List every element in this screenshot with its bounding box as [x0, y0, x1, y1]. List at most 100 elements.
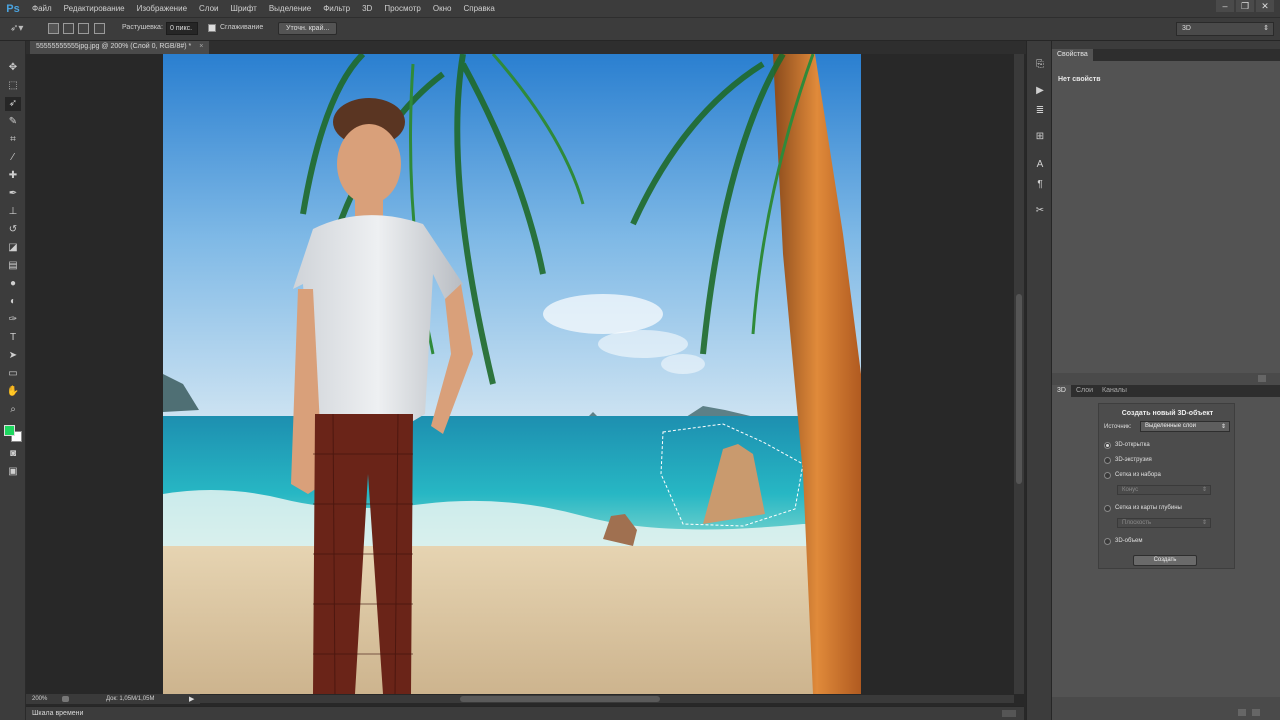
brush-tool-icon[interactable]: ✒	[5, 187, 21, 201]
paragraph-panel-icon[interactable]: ¶	[1033, 178, 1047, 192]
quick-select-tool-icon[interactable]: ✎	[5, 115, 21, 129]
depth-select[interactable]: Плоскость ⇕	[1117, 518, 1211, 528]
option-3d-volume[interactable]: 3D-объем	[1115, 538, 1142, 544]
shape-tool-icon[interactable]: ▭	[5, 367, 21, 381]
crop-tool-icon[interactable]: ⌗	[5, 133, 21, 147]
3d-panel: Создать новый 3D-объект Источник: Выделе…	[1052, 397, 1280, 697]
history-panel-icon[interactable]: ⎘	[1033, 58, 1047, 72]
document-tab-bar: 55555555555jpg.jpg @ 200% (Слой 0, RGB/8…	[26, 41, 1026, 54]
type-tool-icon[interactable]: T	[5, 331, 21, 345]
move-tool-icon[interactable]: ✥	[5, 61, 21, 75]
intersect-selection-icon[interactable]	[94, 23, 105, 34]
radio-3d-extrusion[interactable]	[1104, 457, 1111, 464]
workspace-value: 3D	[1182, 25, 1191, 32]
feather-label: Растушевка:	[122, 24, 163, 31]
preset-select[interactable]: Конус ⇕	[1117, 485, 1211, 495]
3d-tabbar: 3D Слои Каналы	[1052, 385, 1280, 397]
tool-presets-icon[interactable]: ✂	[1033, 204, 1047, 218]
option-3d-postcard[interactable]: 3D-открытка	[1115, 442, 1150, 448]
vertical-scrollbar[interactable]	[1014, 54, 1024, 694]
maximize-button[interactable]: ❐	[1236, 0, 1254, 12]
zoom-tool-icon[interactable]: ⌕	[5, 403, 21, 417]
radio-mesh-preset[interactable]	[1104, 472, 1111, 479]
eyedropper-tool-icon[interactable]: ⁄	[5, 151, 21, 165]
adjustments-panel-icon[interactable]: ≣	[1033, 104, 1047, 118]
menu-file[interactable]: Файл	[26, 0, 58, 17]
workspace-select[interactable]: 3D ⇕	[1176, 22, 1274, 36]
menu-layers[interactable]: Слои	[193, 0, 224, 17]
add-selection-icon[interactable]	[63, 23, 74, 34]
path-select-tool-icon[interactable]: ➤	[5, 349, 21, 363]
timeline-label[interactable]: Шкала времени	[32, 710, 83, 717]
horizontal-scroll-thumb[interactable]	[460, 696, 660, 702]
radio-depth-map[interactable]	[1104, 505, 1111, 512]
zoom-level[interactable]: 200%	[32, 696, 47, 702]
dodge-tool-icon[interactable]: ◐	[5, 295, 21, 309]
lasso-tool-icon[interactable]: ➶	[5, 97, 21, 111]
close-button[interactable]: ✕	[1256, 0, 1274, 12]
healing-tool-icon[interactable]: ✚	[5, 169, 21, 183]
create-3d-title: Создать новый 3D-объект	[1121, 410, 1214, 417]
tab-3d[interactable]: 3D	[1052, 385, 1071, 397]
screen-mode-icon[interactable]: ▣	[5, 465, 21, 479]
create-button[interactable]: Создать	[1133, 555, 1197, 566]
history-brush-icon[interactable]: ↺	[5, 223, 21, 237]
preset-value: Конус	[1122, 487, 1139, 493]
marquee-tool-icon[interactable]: ⬚	[5, 79, 21, 93]
menu-3d[interactable]: 3D	[356, 0, 378, 17]
character-panel-icon[interactable]: A	[1033, 158, 1047, 172]
quick-mask-icon[interactable]: ◙	[5, 447, 21, 461]
beach-scene-image	[163, 54, 861, 694]
foreground-color-swatch[interactable]	[4, 425, 15, 436]
radio-3d-postcard[interactable]	[1104, 442, 1111, 449]
minimize-button[interactable]: –	[1216, 0, 1234, 12]
refine-edge-button[interactable]: Уточн. край...	[278, 22, 338, 35]
source-select[interactable]: Выделенные слои ⇕	[1140, 421, 1230, 432]
tab-properties[interactable]: Свойства	[1052, 49, 1093, 61]
vertical-scroll-thumb[interactable]	[1016, 294, 1022, 484]
subtract-selection-icon[interactable]	[78, 23, 89, 34]
timeline-collapse-icon[interactable]	[1002, 710, 1016, 717]
canvas-area	[26, 54, 1014, 694]
menu-type[interactable]: Шрифт	[224, 0, 262, 17]
feather-input[interactable]: 0 пикс.	[166, 22, 198, 35]
chevron-down-icon: ⇕	[1201, 520, 1207, 526]
document-canvas[interactable]	[163, 54, 861, 694]
properties-footer	[1052, 373, 1280, 385]
document-tab[interactable]: 55555555555jpg.jpg @ 200% (Слой 0, RGB/8…	[30, 41, 210, 54]
option-depth-map[interactable]: Сетка из карты глубины	[1115, 505, 1182, 511]
lasso-preset-icon[interactable]: ➶▾	[10, 23, 32, 37]
blur-tool-icon[interactable]: ●	[5, 277, 21, 291]
status-menu-arrow[interactable]: ▶	[189, 695, 194, 703]
properties-tabbar: Свойства	[1052, 49, 1280, 61]
menu-view[interactable]: Просмотр	[378, 0, 427, 17]
panel-menu-icon[interactable]	[1258, 375, 1266, 382]
menu-window[interactable]: Окно	[427, 0, 458, 17]
radio-3d-volume[interactable]	[1104, 538, 1111, 545]
new-layer-icon[interactable]	[1238, 709, 1246, 716]
menu-edit[interactable]: Редактирование	[58, 0, 131, 17]
option-mesh-preset[interactable]: Сетка из набора	[1115, 472, 1161, 478]
chevron-down-icon: ⇕	[1263, 25, 1269, 32]
option-3d-extrusion[interactable]: 3D-экструзия	[1115, 457, 1152, 463]
actions-panel-icon[interactable]: ▶	[1033, 84, 1047, 98]
menu-image[interactable]: Изображение	[131, 0, 193, 17]
menu-select[interactable]: Выделение	[263, 0, 317, 17]
styles-panel-icon[interactable]: ⊞	[1033, 130, 1047, 144]
menu-help[interactable]: Справка	[457, 0, 500, 17]
tab-close-icon[interactable]: ×	[199, 43, 203, 50]
horizontal-scrollbar[interactable]	[200, 695, 1014, 703]
pen-tool-icon[interactable]: ✑	[5, 313, 21, 327]
antialias-checkbox[interactable]	[208, 24, 216, 32]
gradient-tool-icon[interactable]: ▤	[5, 259, 21, 273]
eraser-tool-icon[interactable]: ◪	[5, 241, 21, 255]
chevron-down-icon: ⇕	[1201, 487, 1207, 493]
tab-channels[interactable]: Каналы	[1097, 385, 1132, 397]
stamp-tool-icon[interactable]: ⊥	[5, 205, 21, 219]
hand-tool-icon[interactable]: ✋	[5, 385, 21, 399]
3d-panel-footer	[1052, 697, 1280, 720]
trash-icon[interactable]	[1252, 709, 1260, 716]
new-selection-icon[interactable]	[48, 23, 59, 34]
menu-filter[interactable]: Фильтр	[317, 0, 356, 17]
tab-layers[interactable]: Слои	[1071, 385, 1098, 397]
